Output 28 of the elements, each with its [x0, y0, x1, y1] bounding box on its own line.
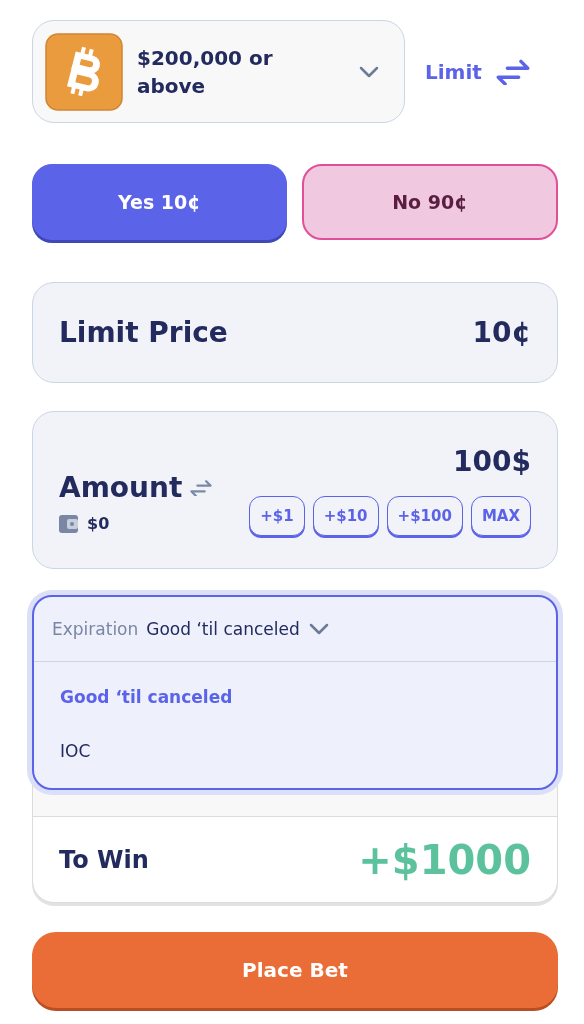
- balance-value: $0: [87, 514, 110, 533]
- expiration-select[interactable]: Expiration Good ‘til canceled: [34, 597, 556, 662]
- amount-value[interactable]: 100$: [453, 444, 531, 478]
- quick-add-button[interactable]: +$1: [249, 495, 305, 536]
- yes-button[interactable]: Yes 10¢: [32, 164, 287, 240]
- swap-arrows-icon: [190, 478, 213, 497]
- limit-price-label: Limit Price: [59, 316, 228, 349]
- expiration-value: Good ‘til canceled: [146, 619, 300, 639]
- expiration-option[interactable]: IOC: [34, 724, 556, 778]
- chevron-down-icon: [358, 64, 380, 79]
- market-title: $200,000 or above: [137, 44, 274, 100]
- limit-price-value[interactable]: 10¢: [472, 316, 531, 349]
- to-win-label: To Win: [59, 845, 149, 874]
- quick-add-button[interactable]: +$100: [386, 495, 463, 536]
- quick-add-button[interactable]: MAX: [470, 495, 531, 536]
- no-button[interactable]: No 90¢: [301, 164, 558, 240]
- place-bet-button[interactable]: Place Bet: [32, 932, 558, 1008]
- market-selector[interactable]: $200,000 or above: [32, 20, 405, 123]
- swap-arrows-icon: [495, 57, 530, 86]
- to-win-value: +$1000: [358, 836, 531, 883]
- wallet-icon: [59, 514, 79, 533]
- expiration-label: Expiration: [52, 619, 139, 639]
- expiration-option[interactable]: Good ‘til canceled: [34, 670, 556, 724]
- quick-add-button[interactable]: +$10: [312, 495, 379, 536]
- amount-label: Amount: [59, 471, 183, 504]
- chevron-down-icon: [307, 622, 330, 636]
- order-type-toggle[interactable]: Limit: [425, 57, 530, 86]
- coin-logo-icon: [45, 32, 123, 111]
